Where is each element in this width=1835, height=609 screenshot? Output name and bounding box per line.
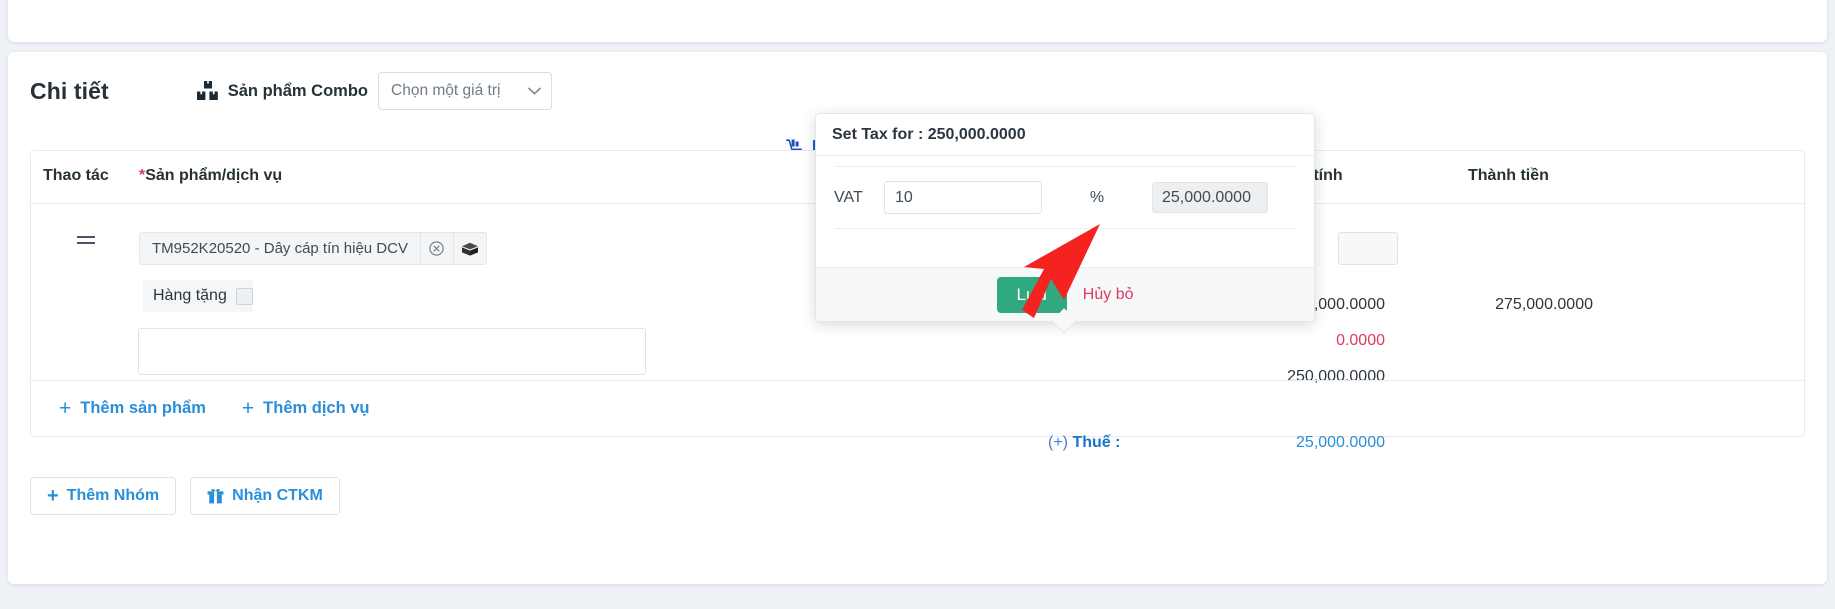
set-tax-popup-title: Set Tax for : 250,000.0000 [816, 114, 1314, 156]
save-button[interactable]: Lưu [996, 276, 1067, 313]
add-service-button[interactable]: + Thêm dịch vụ [242, 398, 370, 419]
add-group-label: Thêm Nhóm [66, 487, 160, 504]
page-title: Chi tiết [30, 77, 109, 104]
gift-flag-checkbox[interactable] [235, 287, 253, 305]
vat-row: VAT % 25,000.0000 [834, 166, 1296, 229]
column-header-product: *Sản phẩm/dịch vụ [139, 167, 282, 185]
quantity-input-behind-popup[interactable] [1338, 232, 1398, 265]
gift-icon [207, 488, 224, 504]
column-header-total: Thành tiền [1468, 167, 1549, 184]
product-select-value: TM952K20520 - Dây cáp tín hiệu DCV [152, 240, 408, 257]
percent-symbol: % [1089, 188, 1105, 206]
combo-product-group: Sản phẩm Combo Chọn một giá trị [196, 72, 553, 110]
column-header-action: Thao tác [43, 167, 109, 184]
tax-toggle-prefix: (+) [1048, 434, 1073, 451]
chevron-down-icon [528, 87, 541, 95]
column-header-product-label: Sản phẩm/dịch vụ [145, 167, 283, 184]
vat-input[interactable] [884, 181, 1042, 214]
combo-product-label: Sản phẩm Combo [227, 81, 369, 100]
row-total: 275,000.0000 [1495, 296, 1593, 313]
bottom-button-row: + Thêm Nhóm Nhận CTKM [30, 477, 340, 515]
row-discount: 0.0000 [1336, 332, 1385, 349]
package-icon[interactable] [452, 233, 486, 264]
gift-flag[interactable]: Hàng tặng [143, 280, 253, 312]
add-service-label: Thêm dịch vụ [263, 399, 370, 417]
upper-card-partial [8, 0, 1827, 42]
receive-ctkm-label: Nhận CTKM [232, 487, 323, 504]
tax-toggle-label: Thuế : [1072, 434, 1121, 451]
vat-amount-readonly: 25,000.0000 [1152, 182, 1268, 213]
plus-icon: + [59, 397, 72, 420]
page-root: Chi tiết Sản phẩm Combo Chọn một giá trị [0, 0, 1835, 609]
combo-select[interactable]: Chọn một giá trị [378, 72, 553, 110]
boxes-icon [196, 81, 219, 101]
add-group-button[interactable]: + Thêm Nhóm [30, 477, 177, 515]
vat-label: VAT [834, 188, 863, 206]
combo-select-value: Chọn một giá trị [391, 82, 501, 99]
set-tax-popup: Set Tax for : 250,000.0000 VAT % 25,000.… [815, 113, 1315, 334]
plus-icon: + [241, 397, 255, 420]
product-select[interactable]: TM952K20520 - Dây cáp tín hiệu DCV [139, 232, 487, 265]
drag-handle-icon[interactable] [77, 236, 95, 248]
add-product-label: Thêm sản phẩm [80, 399, 206, 417]
gift-flag-label: Hàng tặng [153, 287, 227, 304]
receive-ctkm-button[interactable]: Nhận CTKM [190, 477, 340, 515]
tax-toggle-link[interactable]: (+) Thuế : [1048, 434, 1120, 452]
plus-icon: + [47, 485, 59, 507]
note-textarea[interactable] [138, 328, 646, 375]
popup-spacer [834, 229, 1296, 259]
table-footer: + Thêm sản phẩm + Thêm dịch vụ [31, 380, 1804, 436]
add-product-button[interactable]: + Thêm sản phẩm [59, 398, 206, 419]
cancel-button[interactable]: Hủy bỏ [1083, 286, 1134, 304]
clear-circle-icon[interactable] [419, 233, 453, 264]
set-tax-popup-body: VAT % 25,000.0000 [816, 156, 1314, 267]
row-tax-amount: 25,000.0000 [1296, 434, 1385, 451]
